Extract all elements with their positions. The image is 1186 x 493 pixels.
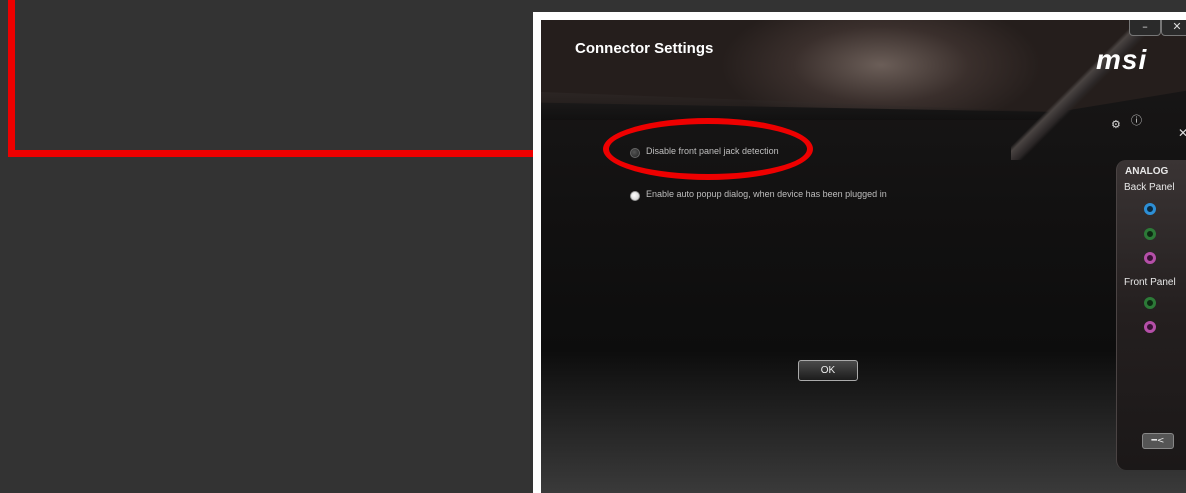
front-green-jack[interactable] [1144, 297, 1156, 309]
back-pink-jack[interactable] [1144, 252, 1156, 264]
decorative-diagonal [1011, 20, 1151, 160]
connector-settings-window: Connector Settings msi – ✕ ⚙ ⓘ Disable f… [541, 20, 1186, 493]
window-title: Connector Settings [575, 40, 714, 57]
back-panel-label: Back Panel [1124, 182, 1175, 193]
auto-popup-radio[interactable] [630, 191, 640, 201]
connector-tool-icon[interactable]: ━< [1142, 433, 1174, 449]
info-icon[interactable]: ⓘ [1131, 112, 1142, 128]
minimize-button[interactable]: – [1129, 20, 1161, 36]
back-green-jack[interactable] [1144, 228, 1156, 240]
annotation-line-vertical [8, 0, 15, 157]
annotation-line-horizontal [8, 150, 608, 157]
annotation-highlight-ellipse [603, 118, 813, 180]
front-panel-label: Front Panel [1124, 277, 1176, 288]
panel-close-icon[interactable]: ✕ [1178, 126, 1186, 140]
auto-popup-label[interactable]: Enable auto popup dialog, when device ha… [646, 189, 887, 199]
close-button[interactable]: ✕ [1161, 20, 1186, 36]
back-blue-jack[interactable] [1144, 203, 1156, 215]
settings-gear-icon[interactable]: ⚙ [1111, 118, 1121, 131]
ok-button[interactable]: OK [798, 360, 858, 381]
analog-heading: ANALOG [1125, 166, 1169, 177]
front-pink-jack[interactable] [1144, 321, 1156, 333]
msi-logo: msi [1096, 44, 1148, 75]
